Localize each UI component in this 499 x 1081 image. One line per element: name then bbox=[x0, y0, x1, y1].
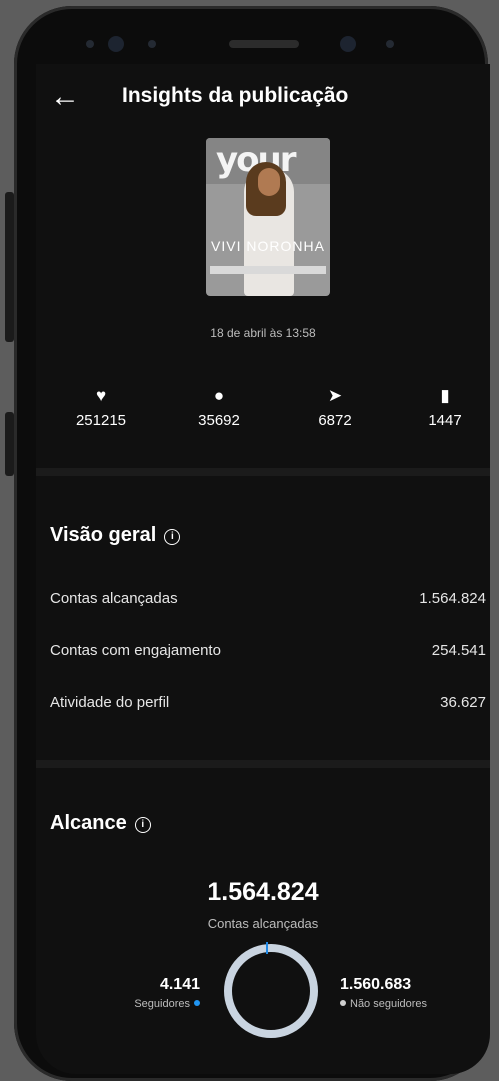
stat-likes: ♥ 251215 bbox=[56, 386, 146, 429]
info-icon[interactable]: i bbox=[134, 817, 151, 833]
nonfollowers-label: Não seguidores bbox=[350, 998, 428, 1010]
arrow-left-icon[interactable]: ← bbox=[50, 82, 80, 112]
heart-icon: ♥ bbox=[95, 386, 107, 405]
comment-icon: ● bbox=[213, 386, 225, 405]
followers-legend: 4.141 Seguidores bbox=[96, 976, 200, 1010]
earpiece-speaker bbox=[229, 40, 299, 48]
overview-row[interactable]: Atividade do perfil 36.627 bbox=[50, 694, 486, 711]
followers-label: Seguidores bbox=[134, 998, 190, 1010]
followers-segment bbox=[266, 942, 268, 954]
row-label: Atividade do perfil bbox=[50, 694, 170, 711]
followers-value: 4.141 bbox=[159, 976, 200, 993]
stat-shares: ➤ 6872 bbox=[290, 386, 380, 429]
info-icon[interactable]: i bbox=[164, 529, 181, 545]
row-label: Contas com engajamento bbox=[50, 642, 221, 659]
sensor-dot bbox=[86, 40, 94, 48]
reach-total: 1.564.824 bbox=[207, 878, 319, 906]
side-button-lower bbox=[5, 412, 14, 476]
stat-value: 6872 bbox=[318, 412, 352, 429]
nonfollowers-label-row: Não seguidores bbox=[340, 998, 480, 1010]
phone-frame: ← Insights da publicação your VIVI NORON… bbox=[14, 6, 490, 1081]
nonfollowers-value: 1.560.683 bbox=[340, 976, 412, 993]
overview-row[interactable]: Contas com engajamento 254.541 bbox=[50, 642, 486, 659]
post-date: 18 de abril às 13:58 bbox=[210, 326, 316, 340]
nonfollowers-dot-icon bbox=[340, 1000, 346, 1006]
send-icon: ➤ bbox=[327, 386, 343, 405]
thumbnail-band bbox=[210, 266, 326, 274]
row-value: 254.541 bbox=[431, 642, 486, 659]
bookmark-icon: ▮ bbox=[440, 386, 450, 405]
sensor-dot bbox=[148, 40, 156, 48]
overview-row[interactable]: Contas alcançadas 1.564.824 bbox=[50, 590, 486, 607]
app-screen: ← Insights da publicação your VIVI NORON… bbox=[36, 64, 490, 1074]
row-value: 36.627 bbox=[440, 694, 486, 711]
reach-title: Alcance bbox=[50, 812, 127, 834]
post-thumbnail[interactable]: your VIVI NORONHA bbox=[206, 138, 330, 296]
overview-heading: Visão geral i bbox=[50, 524, 181, 547]
front-camera bbox=[108, 36, 124, 52]
stat-comments: ● 35692 bbox=[174, 386, 264, 429]
overview-title: Visão geral bbox=[50, 524, 157, 546]
followers-label-row: Seguidores bbox=[96, 998, 200, 1010]
thumbnail-face bbox=[258, 168, 280, 196]
side-button-upper bbox=[5, 192, 14, 342]
followers-dot-icon bbox=[194, 1000, 200, 1006]
nonfollowers-legend: 1.560.683 Não seguidores bbox=[340, 976, 480, 1010]
stat-saves: ▮ 1447 bbox=[400, 386, 490, 429]
sensor-dot bbox=[386, 40, 394, 48]
page-title: Insights da publicação bbox=[122, 84, 349, 107]
stat-value: 35692 bbox=[198, 412, 240, 429]
section-divider bbox=[36, 760, 490, 768]
reach-heading: Alcance i bbox=[50, 812, 151, 835]
row-label: Contas alcançadas bbox=[50, 590, 178, 607]
section-divider bbox=[36, 468, 490, 476]
stat-value: 251215 bbox=[75, 412, 127, 429]
reach-total-label: Contas alcançadas bbox=[207, 916, 319, 931]
reach-donut-chart bbox=[224, 944, 318, 1038]
stat-value: 1447 bbox=[428, 412, 462, 429]
iris-sensor bbox=[340, 36, 356, 52]
thumbnail-name: VIVI NORONHA bbox=[211, 238, 325, 254]
row-value: 1.564.824 bbox=[419, 590, 486, 607]
